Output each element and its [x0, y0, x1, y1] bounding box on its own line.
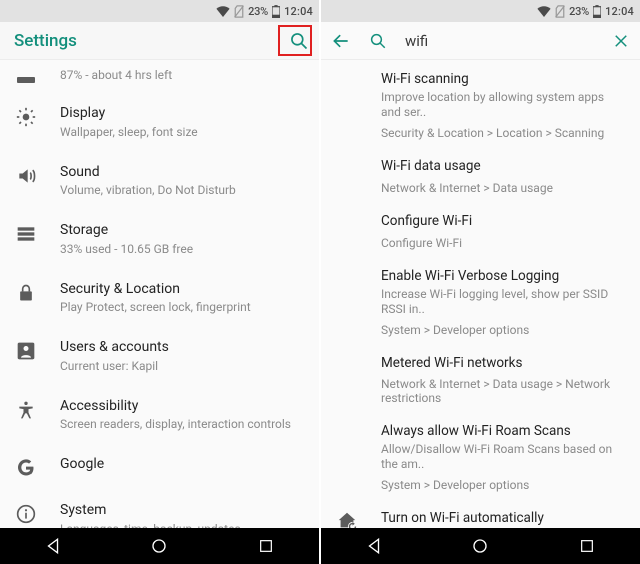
- row-breadcrumb: Configure Wi-Fi: [381, 236, 622, 250]
- row-breadcrumb: Security & Location > Location > Scannin…: [381, 126, 622, 140]
- search-pane: 23% 12:04 wifi Wi-Fi scanning Improve lo…: [321, 0, 640, 564]
- navigation-bar: [321, 528, 640, 564]
- status-time: 12:04: [605, 5, 634, 18]
- settings-row-security[interactable]: Security & LocationPlay Protect, screen …: [0, 269, 319, 328]
- settings-row-system[interactable]: SystemLanguages, time, backup, updates: [0, 490, 319, 528]
- search-appbar: wifi: [321, 22, 640, 60]
- settings-row-accessibility[interactable]: AccessibilityScreen readers, display, in…: [0, 386, 319, 445]
- settings-row-google[interactable]: Google: [0, 444, 319, 490]
- search-result-metered-networks[interactable]: Metered Wi-Fi networks Network & Interne…: [321, 346, 640, 415]
- row-title: Google: [60, 456, 305, 474]
- search-result-configure-wifi[interactable]: Configure Wi-Fi Configure Wi-Fi: [321, 204, 640, 259]
- battery-pct: 23%: [248, 5, 268, 18]
- search-result-roam-scans[interactable]: Always allow Wi-Fi Roam Scans Allow/Disa…: [321, 414, 640, 501]
- nav-home-button[interactable]: [129, 528, 189, 564]
- row-subtitle: 87% - about 4 hrs left: [60, 68, 305, 83]
- battery-pct: 23%: [569, 5, 589, 18]
- close-icon: [612, 32, 630, 50]
- row-title: System: [60, 502, 305, 520]
- row-title: Metered Wi-Fi networks: [381, 355, 622, 372]
- clear-search-button[interactable]: [612, 32, 630, 50]
- search-result-verbose-logging[interactable]: Enable Wi-Fi Verbose Logging Increase Wi…: [321, 259, 640, 346]
- search-button[interactable]: [287, 29, 311, 53]
- row-title: Wi-Fi data usage: [381, 158, 622, 175]
- row-title: Security & Location: [60, 281, 305, 299]
- account-icon: [16, 341, 36, 361]
- row-subtitle: Volume, vibration, Do Not Disturb: [60, 183, 305, 198]
- row-title: Accessibility: [60, 398, 305, 416]
- status-time: 12:04: [284, 5, 313, 18]
- info-icon: [16, 504, 36, 524]
- nav-home-button[interactable]: [450, 528, 510, 564]
- accessibility-icon: [16, 400, 36, 420]
- settings-pane: 23% 12:04 Settings 87% - about 4 hrs lef…: [0, 0, 319, 564]
- row-breadcrumb: System > Developer options: [381, 323, 622, 337]
- battery-icon: [17, 77, 35, 83]
- settings-row-display[interactable]: Display Wallpaper, sleep, font size: [0, 93, 319, 152]
- wifi-status-icon: [537, 6, 551, 17]
- battery-status-icon: [593, 5, 601, 18]
- brightness-icon: [16, 107, 36, 127]
- home-sync-icon: [336, 510, 358, 528]
- nav-recents-button[interactable]: [236, 528, 296, 564]
- row-subtitle: Play Protect, screen lock, fingerprint: [60, 300, 305, 315]
- row-subtitle: Increase Wi-Fi logging level, show per S…: [381, 287, 622, 317]
- status-bar: 23% 12:04: [321, 0, 640, 22]
- nav-back-button[interactable]: [344, 528, 404, 564]
- row-title: Turn on Wi-Fi automatically: [381, 510, 622, 527]
- search-result-auto-wifi[interactable]: Turn on Wi-Fi automatically Wi-Fi will t…: [321, 501, 640, 528]
- search-icon: [369, 32, 387, 50]
- row-title: Always allow Wi-Fi Roam Scans: [381, 423, 622, 440]
- navigation-bar: [0, 528, 319, 564]
- search-results[interactable]: Wi-Fi scanning Improve location by allow…: [321, 60, 640, 528]
- settings-row-sound[interactable]: SoundVolume, vibration, Do Not Disturb: [0, 152, 319, 211]
- battery-status-icon: [272, 5, 280, 18]
- search-icon: [289, 31, 309, 51]
- row-subtitle: Improve location by allowing system apps…: [381, 90, 622, 120]
- lock-icon: [16, 283, 36, 303]
- row-title: Wi-Fi scanning: [381, 71, 622, 88]
- nav-back-button[interactable]: [23, 528, 83, 564]
- row-subtitle: Current user: Kapil: [60, 359, 305, 374]
- row-breadcrumb: Network & Internet > Data usage: [381, 181, 622, 195]
- row-subtitle: Allow/Disallow Wi-Fi Roam Scans based on…: [381, 442, 622, 472]
- arrow-back-icon: [331, 31, 351, 51]
- settings-row-battery[interactable]: 87% - about 4 hrs left: [0, 60, 319, 93]
- row-subtitle: 33% used - 10.65 GB free: [60, 242, 305, 257]
- search-input[interactable]: wifi: [405, 32, 594, 50]
- row-title: Enable Wi-Fi Verbose Logging: [381, 268, 622, 285]
- no-sim-icon: [234, 5, 244, 18]
- search-result-wifi-scanning[interactable]: Wi-Fi scanning Improve location by allow…: [321, 62, 640, 149]
- row-subtitle: Wallpaper, sleep, font size: [60, 125, 305, 140]
- page-title: Settings: [14, 31, 287, 51]
- row-title: Display: [60, 105, 305, 123]
- settings-list[interactable]: 87% - about 4 hrs left Display Wallpaper,…: [0, 60, 319, 528]
- search-back-button[interactable]: [331, 31, 351, 51]
- wifi-status-icon: [216, 6, 230, 17]
- row-breadcrumb: Network & Internet > Data usage > Networ…: [381, 377, 622, 405]
- search-result-wifi-data-usage[interactable]: Wi-Fi data usage Network & Internet > Da…: [321, 149, 640, 204]
- google-icon: [16, 458, 36, 478]
- no-sim-icon: [555, 5, 565, 18]
- nav-recents-button[interactable]: [557, 528, 617, 564]
- row-title: Users & accounts: [60, 339, 305, 357]
- row-breadcrumb: System > Developer options: [381, 478, 622, 492]
- row-title: Configure Wi-Fi: [381, 213, 622, 230]
- settings-appbar: Settings: [0, 22, 319, 60]
- row-title: Storage: [60, 222, 305, 240]
- row-subtitle: Screen readers, display, interaction con…: [60, 417, 305, 432]
- storage-icon: [16, 224, 36, 244]
- settings-row-users[interactable]: Users & accounts Current user: Kapil: [0, 327, 319, 386]
- sound-icon: [16, 166, 36, 186]
- status-bar: 23% 12:04: [0, 0, 319, 22]
- settings-row-storage[interactable]: Storage 33% used - 10.65 GB free: [0, 210, 319, 269]
- row-title: Sound: [60, 164, 305, 182]
